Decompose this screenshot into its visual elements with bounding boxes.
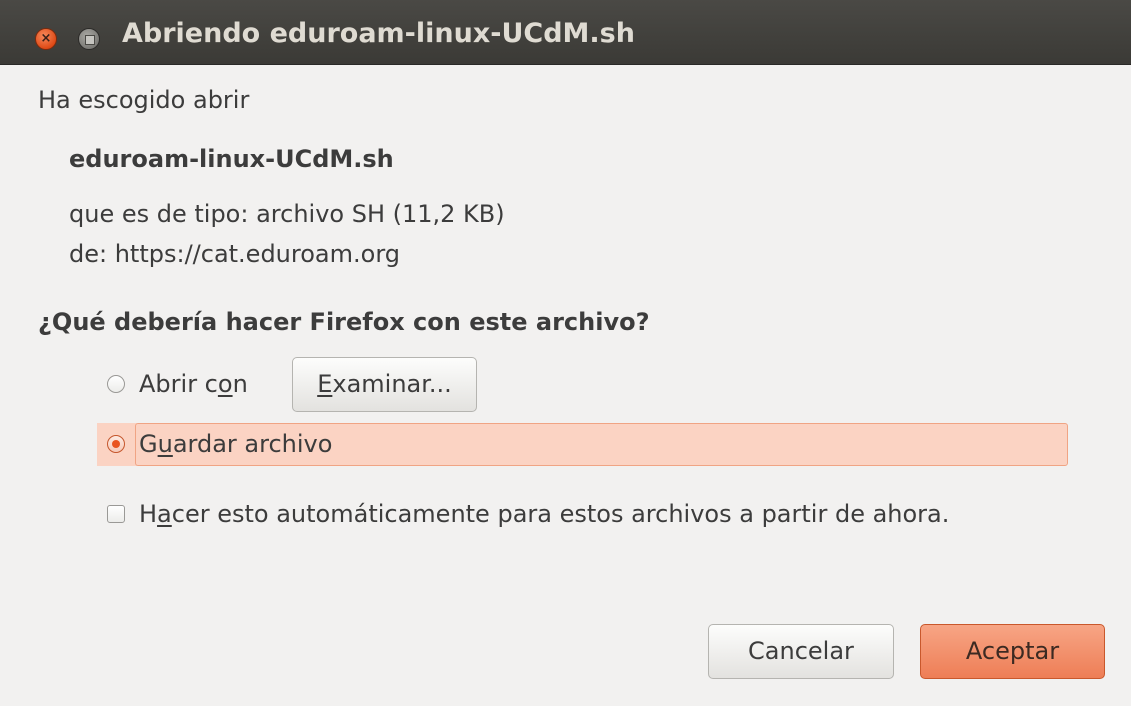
file-source: de: https://cat.eduroam.org (69, 240, 400, 268)
minimize-window-button[interactable] (78, 28, 100, 50)
radio-selected-dot (112, 440, 120, 448)
close-icon: × (40, 31, 52, 46)
browse-button[interactable]: Examinar... (292, 357, 477, 412)
cancel-button[interactable]: Cancelar (708, 624, 894, 679)
accept-button[interactable]: Aceptar (920, 624, 1105, 679)
open-with-label[interactable]: Abrir con (139, 370, 248, 398)
open-with-radio[interactable] (107, 375, 125, 393)
window-title: Abriendo eduroam-linux-UCdM.sh (122, 18, 635, 49)
close-window-button[interactable]: × (35, 28, 57, 50)
auto-action-label[interactable]: Hacer esto automáticamente para estos ar… (139, 500, 949, 528)
minimize-icon (85, 35, 95, 45)
intro-text: Ha escogido abrir (38, 86, 250, 114)
file-name: eduroam-linux-UCdM.sh (69, 145, 394, 173)
save-file-radio[interactable] (107, 435, 125, 453)
auto-action-checkbox[interactable] (107, 505, 125, 523)
save-file-label[interactable]: Guardar archivo (139, 430, 332, 458)
file-open-dialog: × Abriendo eduroam-linux-UCdM.sh Ha esco… (0, 0, 1131, 706)
question-heading: ¿Qué debería hacer Firefox con este arch… (38, 308, 650, 336)
title-bar: × Abriendo eduroam-linux-UCdM.sh (0, 0, 1131, 65)
file-type: que es de tipo: archivo SH (11,2 KB) (69, 200, 505, 228)
